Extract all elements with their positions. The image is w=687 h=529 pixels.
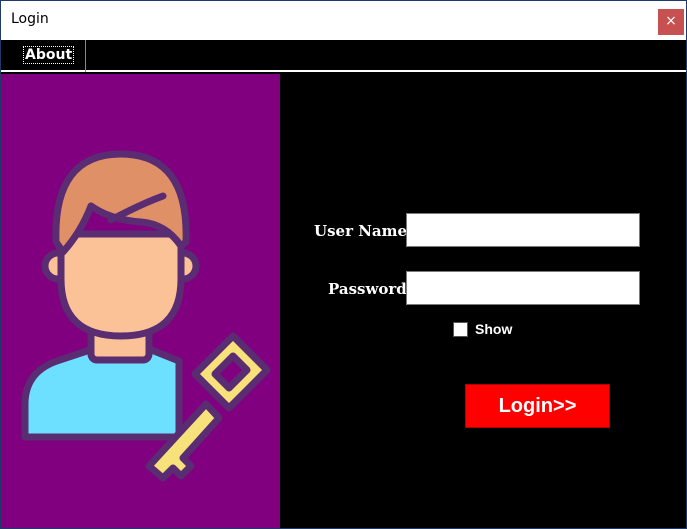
show-password-label: Show bbox=[475, 321, 513, 337]
username-input[interactable] bbox=[406, 213, 640, 247]
window-title: Login bbox=[11, 11, 49, 27]
illustration-panel bbox=[1, 74, 280, 528]
login-window: Login × About User Name Password Show Lo… bbox=[0, 0, 687, 529]
show-password-checkbox[interactable] bbox=[453, 322, 468, 337]
username-label: User Name bbox=[314, 222, 408, 240]
login-button[interactable]: Login>> bbox=[465, 384, 610, 428]
close-icon: × bbox=[665, 13, 677, 29]
menu-item-about[interactable]: About bbox=[6, 40, 86, 72]
menu-bar: About bbox=[1, 40, 686, 72]
close-button[interactable]: × bbox=[658, 9, 684, 35]
password-input[interactable] bbox=[406, 271, 640, 305]
login-form: User Name Password Show Login>> bbox=[280, 74, 686, 528]
password-label: Password bbox=[328, 280, 407, 298]
user-with-key-icon bbox=[21, 150, 271, 482]
title-bar: Login × bbox=[1, 1, 686, 40]
menu-item-label: About bbox=[23, 46, 75, 64]
